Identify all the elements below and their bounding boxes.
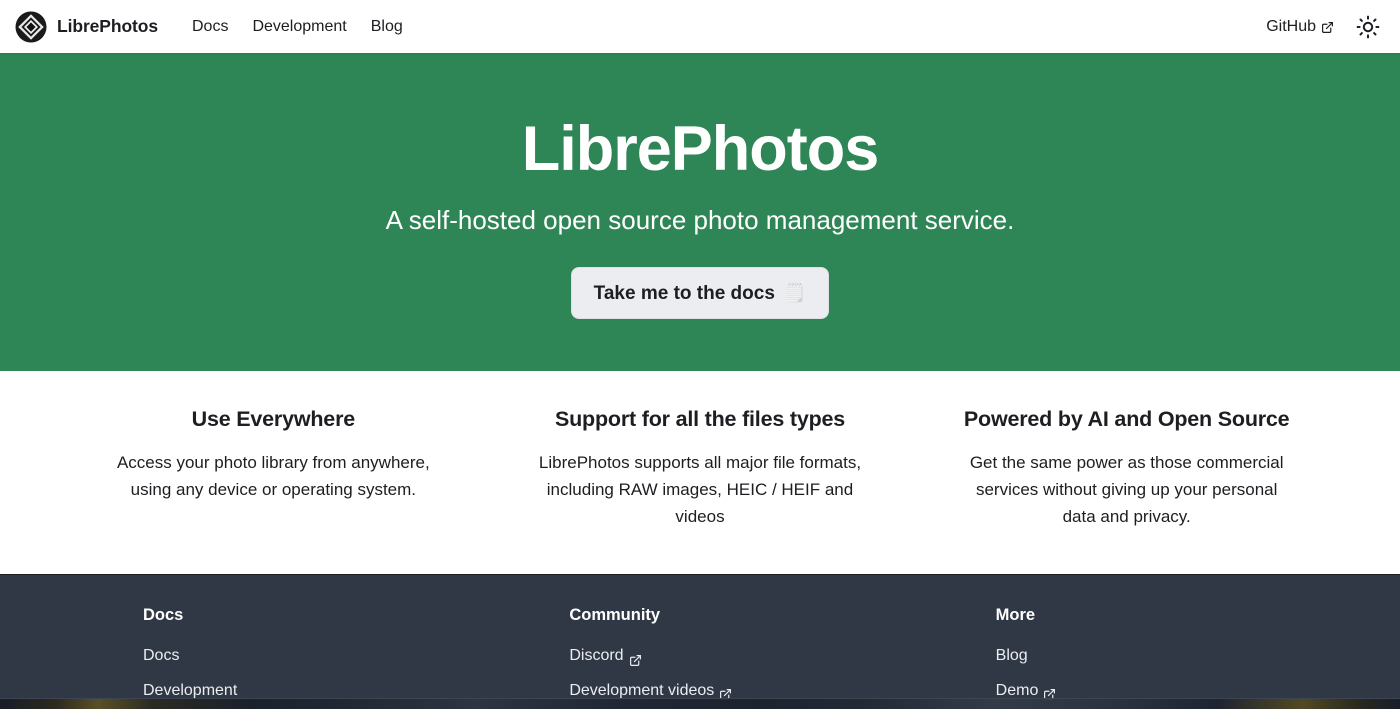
footer-heading: More (995, 606, 1036, 624)
theme-toggle-button[interactable] (1352, 11, 1384, 43)
notepad-icon: 🗒️ (783, 283, 807, 304)
footer-link-label: Discord (569, 647, 624, 665)
footer-link-docs[interactable]: Docs (143, 644, 179, 667)
features-section: Use Everywhere Access your photo library… (0, 371, 1400, 575)
footer-column-docs: Docs Docs Development (60, 605, 487, 709)
cta-label: Take me to the docs (593, 282, 775, 304)
nav-item-docs[interactable]: Docs (180, 12, 240, 42)
footer-link-blog[interactable]: Blog (996, 644, 1028, 667)
footer-columns: Docs Docs Development Community Discord (0, 605, 1400, 709)
nav-item-github[interactable]: GitHub (1254, 12, 1346, 42)
nav-item-blog[interactable]: Blog (359, 12, 415, 42)
footer-heading: Community (569, 606, 661, 624)
feature-description: Get the same power as those commercial s… (969, 452, 1284, 526)
sun-icon (1356, 15, 1380, 39)
external-link-icon (1043, 684, 1056, 700)
top-navbar: LibrePhotos Docs Development Blog GitHub (0, 0, 1400, 53)
feature-file-types: Support for all the files types LibrePho… (487, 406, 914, 530)
feature-description: Access your photo library from anywhere,… (116, 452, 430, 499)
footer-heading: Docs (143, 606, 184, 624)
page-root: LibrePhotos Docs Development Blog GitHub (0, 0, 1400, 709)
take-me-to-the-docs-button[interactable]: Take me to the docs 🗒️ (570, 267, 830, 320)
external-link-icon (1321, 20, 1334, 33)
hero-banner: LibrePhotos A self-hosted open source ph… (0, 53, 1400, 371)
feature-title: Support for all the files types (554, 407, 846, 431)
footer-link-label: Docs (143, 647, 180, 665)
librephotos-diamond-logo-icon (15, 11, 47, 43)
brand-name-label: LibrePhotos (57, 16, 158, 36)
hero-subtitle: A self-hosted open source photo manageme… (385, 205, 1015, 236)
feature-ai-open-source: Powered by AI and Open Source Get the sa… (913, 406, 1340, 530)
external-link-icon (629, 650, 642, 666)
brand-home-link[interactable]: LibrePhotos (9, 11, 164, 43)
external-link-icon (719, 684, 732, 700)
navbar-links: Docs Development Blog (180, 12, 415, 42)
site-footer: Docs Docs Development Community Discord (0, 575, 1400, 709)
feature-title: Use Everywhere (191, 407, 356, 431)
footer-column-more: More Blog Demo (914, 605, 1340, 709)
nav-item-development[interactable]: Development (240, 12, 358, 42)
footer-link-label: Blog (995, 647, 1028, 665)
navbar-left-group: LibrePhotos Docs Development Blog (9, 11, 415, 43)
hero-title: LibrePhotos (521, 114, 880, 184)
footer-link-discord[interactable]: Discord (569, 644, 641, 667)
navbar-right-group: GitHub (1254, 11, 1388, 43)
feature-title: Powered by AI and Open Source (963, 407, 1290, 431)
footer-photo-strip (0, 698, 1400, 709)
footer-column-community: Community Discord Development videos (487, 605, 913, 709)
footer-list-item: Docs (143, 644, 487, 667)
feature-use-everywhere: Use Everywhere Access your photo library… (60, 406, 487, 503)
feature-description: LibrePhotos supports all major file form… (538, 452, 862, 526)
github-label: GitHub (1266, 17, 1316, 35)
footer-list-item: Blog (996, 644, 1340, 667)
footer-list-item: Discord (569, 644, 913, 667)
